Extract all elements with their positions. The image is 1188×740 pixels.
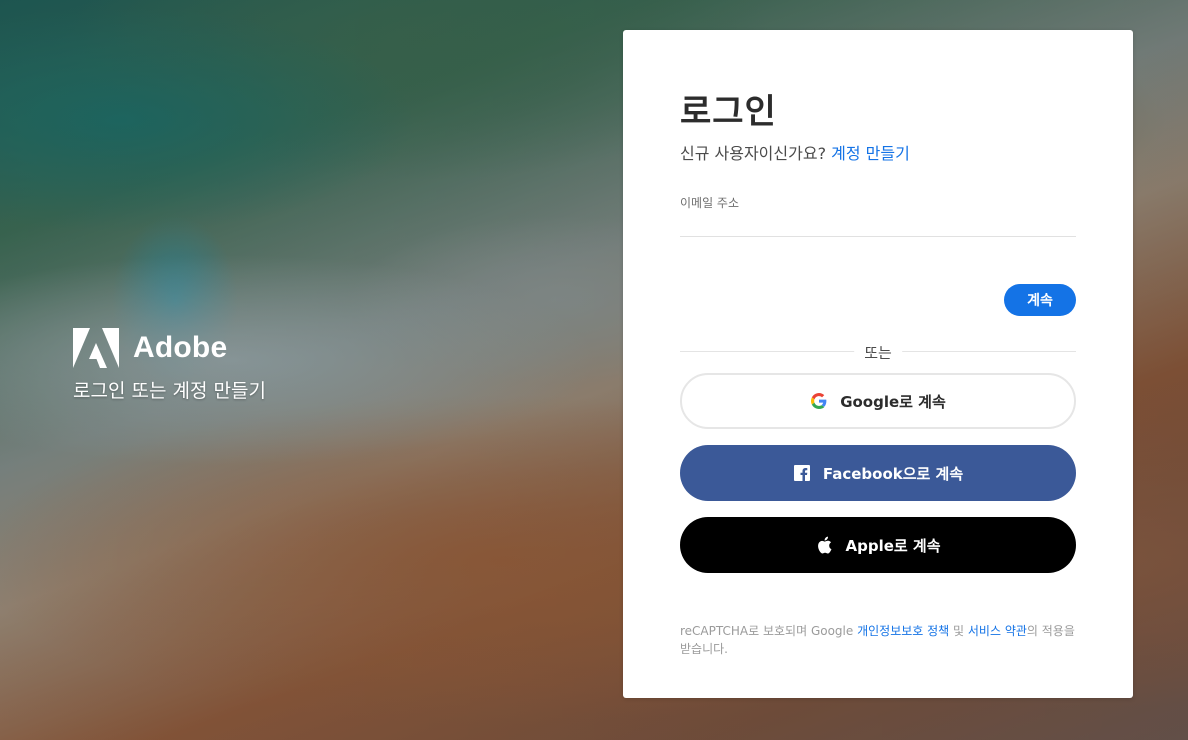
privacy-policy-link[interactable]: 개인정보보호 정책 (857, 624, 949, 638)
legal-and: 및 (949, 624, 968, 638)
legal-prefix: reCAPTCHA로 보호되며 Google (680, 624, 858, 638)
new-user-text: 신규 사용자이신가요? (680, 144, 827, 163)
page-title: 로그인 (680, 92, 777, 132)
google-icon (810, 392, 828, 410)
facebook-button-label: Facebook으로 계속 (822, 464, 964, 483)
brand-area: Adobe 로그인 또는 계정 만들기 (73, 328, 266, 403)
terms-of-service-link[interactable]: 서비스 약관 (968, 624, 1027, 638)
email-field[interactable] (680, 212, 1076, 237)
or-divider: 또는 (680, 342, 1076, 363)
brand-name: Adobe (133, 331, 228, 364)
create-account-link[interactable]: 계정 만들기 (831, 144, 910, 163)
sign-in-card: 로그인 신규 사용자이신가요? 계정 만들기 이메일 주소 계속 또는 Goog… (623, 30, 1133, 698)
apple-icon (815, 536, 833, 554)
google-button-label: Google로 계속 (840, 392, 946, 411)
recaptcha-notice: reCAPTCHA로 보호되며 Google 개인정보보호 정책 및 서비스 약… (680, 622, 1076, 658)
brand-logo-row: Adobe (73, 328, 266, 368)
new-user-prompt: 신규 사용자이신가요? 계정 만들기 (680, 140, 910, 164)
facebook-icon (793, 464, 811, 482)
google-signin-button[interactable]: Google로 계속 (680, 373, 1076, 429)
facebook-signin-button[interactable]: Facebook으로 계속 (680, 445, 1076, 501)
brand-tagline: 로그인 또는 계정 만들기 (73, 380, 266, 402)
adobe-logo-icon (73, 328, 119, 368)
continue-button[interactable]: 계속 (1004, 284, 1076, 316)
apple-button-label: Apple로 계속 (845, 536, 941, 555)
divider-text: 또는 (854, 342, 902, 363)
email-label: 이메일 주소 (680, 196, 740, 210)
apple-signin-button[interactable]: Apple로 계속 (680, 517, 1076, 573)
